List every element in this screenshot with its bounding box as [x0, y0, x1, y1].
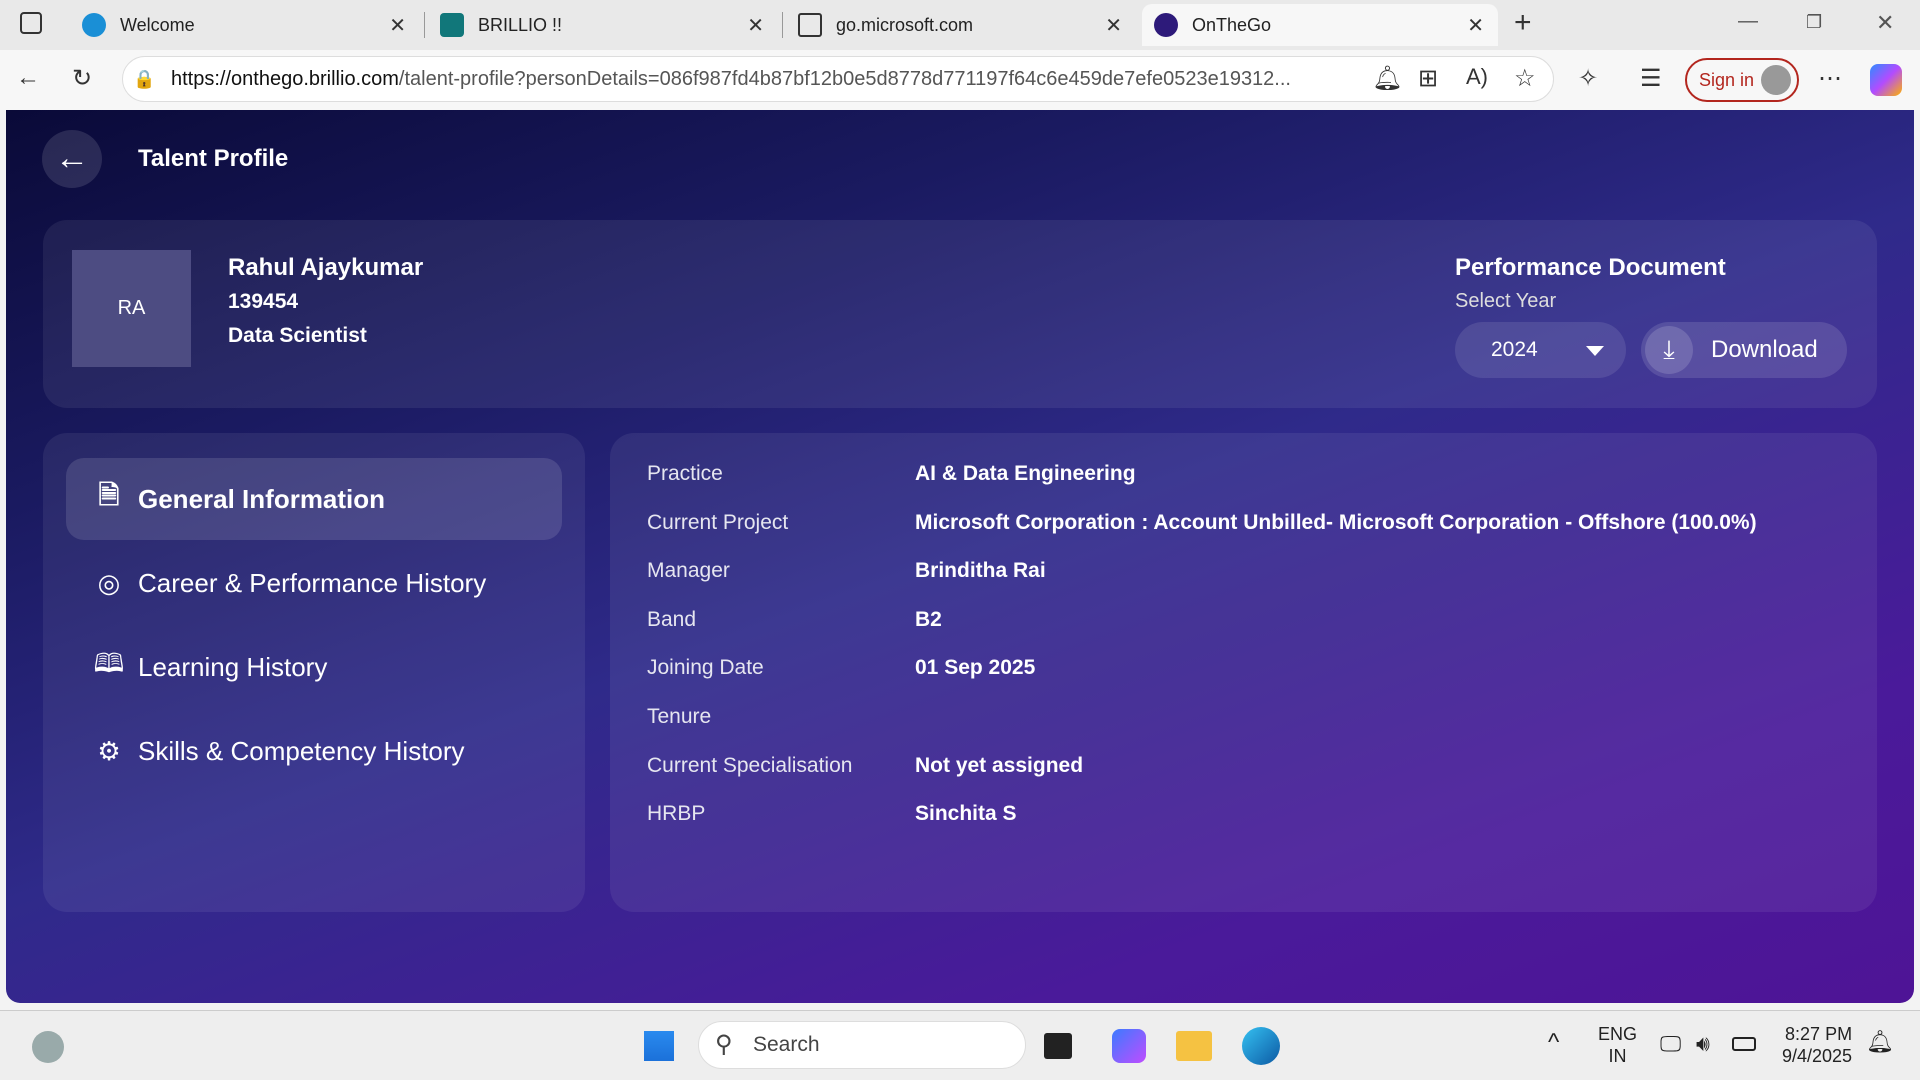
info-value: Microsoft Corporation : Account Unbilled… — [915, 511, 1757, 534]
back-button[interactable]: ← — [42, 130, 102, 188]
employee-id: 139454 — [228, 290, 299, 313]
page-title: Talent Profile — [138, 145, 289, 172]
profile-card — [43, 220, 1877, 408]
tab-label: BRILLIO !! — [478, 14, 563, 35]
talent-profile-app: ← Talent Profile RA Rahul Ajaykumar 1394… — [6, 110, 1914, 1003]
download-icon: ⤓ — [1645, 326, 1693, 374]
sign-in-button[interactable]: Sign in — [1685, 58, 1799, 102]
info-label: Practice — [647, 462, 723, 485]
info-value: 01 Sep 2025 — [915, 656, 1036, 679]
browser-tab-bar: Welcome ✕ BRILLIO !! ✕ go.microsoft.com ✕ O… — [0, 0, 1920, 50]
clock[interactable]: 8:27 PM 9/4/2025 — [1782, 1023, 1852, 1067]
search-icon: ⚲ — [715, 1031, 733, 1058]
chevron-up-icon[interactable]: ^ — [1548, 1029, 1559, 1057]
copilot-taskbar-icon[interactable] — [1112, 1029, 1146, 1063]
language-indicator[interactable]: ENG IN — [1598, 1023, 1637, 1067]
chevron-down-icon — [1586, 346, 1604, 356]
employee-role: Data Scientist — [228, 324, 367, 347]
taskbar-search[interactable]: ⚲ Search — [698, 1021, 1026, 1069]
arrow-left-icon: ← — [55, 139, 89, 177]
close-tab-icon[interactable]: ✕ — [389, 13, 406, 38]
read-aloud-icon[interactable]: A) — [1466, 64, 1488, 90]
book-icon: 🕮 — [93, 648, 125, 678]
info-value: AI & Data Engineering — [915, 462, 1136, 485]
info-value: Brinditha Rai — [915, 559, 1046, 582]
tab-label: go.microsoft.com — [836, 14, 974, 35]
close-window-icon[interactable]: ✕ — [1876, 10, 1894, 36]
info-value: B2 — [915, 608, 942, 631]
back-icon[interactable]: ← — [16, 64, 40, 92]
extensions-icon[interactable]: ✧ — [1578, 64, 1598, 93]
tab-go-microsoft[interactable]: go.microsoft.com ✕ — [786, 4, 1136, 46]
nav-general-information[interactable]: 🗎 General Information — [66, 458, 562, 540]
address-bar-row: ← ↻ 🔒 https://onthego.brillio.com/talent… — [0, 50, 1920, 110]
close-tab-icon[interactable]: ✕ — [747, 13, 764, 38]
tab-label: OnTheGo — [1192, 14, 1272, 35]
tab-onthego[interactable]: OnTheGo ✕ — [1142, 4, 1498, 46]
performance-document-title: Performance Document — [1455, 254, 1726, 281]
profile-avatar-icon — [1761, 65, 1791, 95]
info-value: Not yet assigned — [915, 754, 1084, 777]
weather-icon[interactable] — [32, 1031, 64, 1063]
tab-welcome[interactable]: Welcome ✕ — [70, 4, 420, 46]
general-information-panel — [610, 433, 1877, 912]
refresh-icon[interactable]: ↻ — [72, 64, 92, 93]
select-year-label: Select Year — [1455, 290, 1557, 312]
battery-icon[interactable] — [1732, 1037, 1756, 1051]
minimize-icon[interactable]: — — [1738, 10, 1758, 33]
nav-skills-competency-history[interactable]: ⚙ Skills & Competency History — [66, 710, 562, 792]
nav-learning-history[interactable]: 🕮 Learning History — [66, 626, 562, 708]
page-error-icon — [798, 13, 822, 37]
info-label: Tenure — [647, 705, 712, 728]
windows-start-icon[interactable] — [642, 1029, 676, 1063]
new-tab-icon[interactable]: + — [1514, 6, 1532, 40]
copilot-icon[interactable] — [1870, 64, 1902, 96]
onthego-icon — [1154, 13, 1178, 37]
tab-brillio[interactable]: BRILLIO !! ✕ — [428, 4, 778, 46]
info-label: Manager — [647, 559, 730, 582]
task-view-icon[interactable] — [1044, 1033, 1072, 1059]
file-explorer-icon[interactable] — [1176, 1031, 1212, 1061]
favorite-star-icon[interactable]: ☆ — [1514, 64, 1536, 93]
nav-career-performance-history[interactable]: ◎ Career & Performance History — [66, 542, 562, 624]
favorites-icon[interactable]: ☰ — [1640, 64, 1662, 93]
volume-icon[interactable]: 🔊︎ — [1696, 1031, 1710, 1057]
bell-icon[interactable]: 🔔︎ — [1372, 64, 1402, 93]
taskbar: ⚲ Search ^ ENG IN 🖵 🔊︎ 8:27 PM 9/4/2025 🔔︎ — [0, 1010, 1920, 1080]
avatar: RA — [72, 250, 191, 367]
year-select[interactable]: 2024 — [1455, 322, 1626, 378]
info-label: Joining Date — [647, 656, 764, 679]
info-label: Current Specialisation — [647, 754, 853, 777]
more-options-icon[interactable]: ⋯ — [1818, 64, 1842, 93]
lock-icon: 🔒 — [133, 69, 156, 89]
restore-icon[interactable]: ❐ — [1806, 12, 1822, 33]
employee-name: Rahul Ajaykumar — [228, 254, 424, 281]
info-label: HRBP — [647, 802, 706, 825]
tab-actions-icon[interactable] — [20, 12, 42, 34]
tab-label: Welcome — [120, 14, 195, 35]
close-tab-icon[interactable]: ✕ — [1467, 13, 1484, 38]
download-button[interactable]: ⤓ Download — [1641, 322, 1847, 378]
edge-taskbar-icon[interactable] — [1242, 1027, 1280, 1065]
info-value: Sinchita S — [915, 802, 1017, 825]
head-gear-icon: ⚙ — [97, 735, 121, 766]
sharepoint-icon — [440, 13, 464, 37]
app-available-icon[interactable]: ⊞ — [1418, 64, 1438, 93]
close-tab-icon[interactable]: ✕ — [1105, 13, 1122, 38]
info-label: Band — [647, 608, 697, 631]
target-icon: ◎ — [97, 567, 121, 598]
notifications-bell-icon[interactable]: 🔔︎ — [1866, 1029, 1894, 1055]
edge-icon — [82, 13, 106, 37]
network-icon[interactable]: 🖵 — [1660, 1031, 1681, 1057]
document-info-icon: 🗎 — [98, 480, 120, 510]
url-input[interactable]: 🔒 https://onthego.brillio.com/talent-pro… — [122, 56, 1554, 102]
info-label: Current Project — [647, 511, 789, 534]
